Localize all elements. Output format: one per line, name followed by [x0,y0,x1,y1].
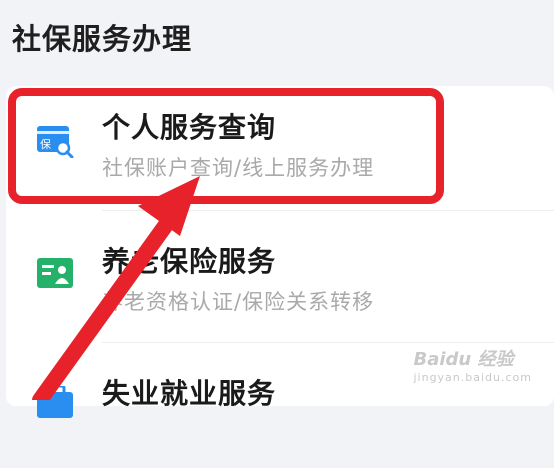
baidu-watermark: Baidu 经验 jingyan.baidu.com [413,349,532,384]
red-arrow-annotation [32,176,200,400]
